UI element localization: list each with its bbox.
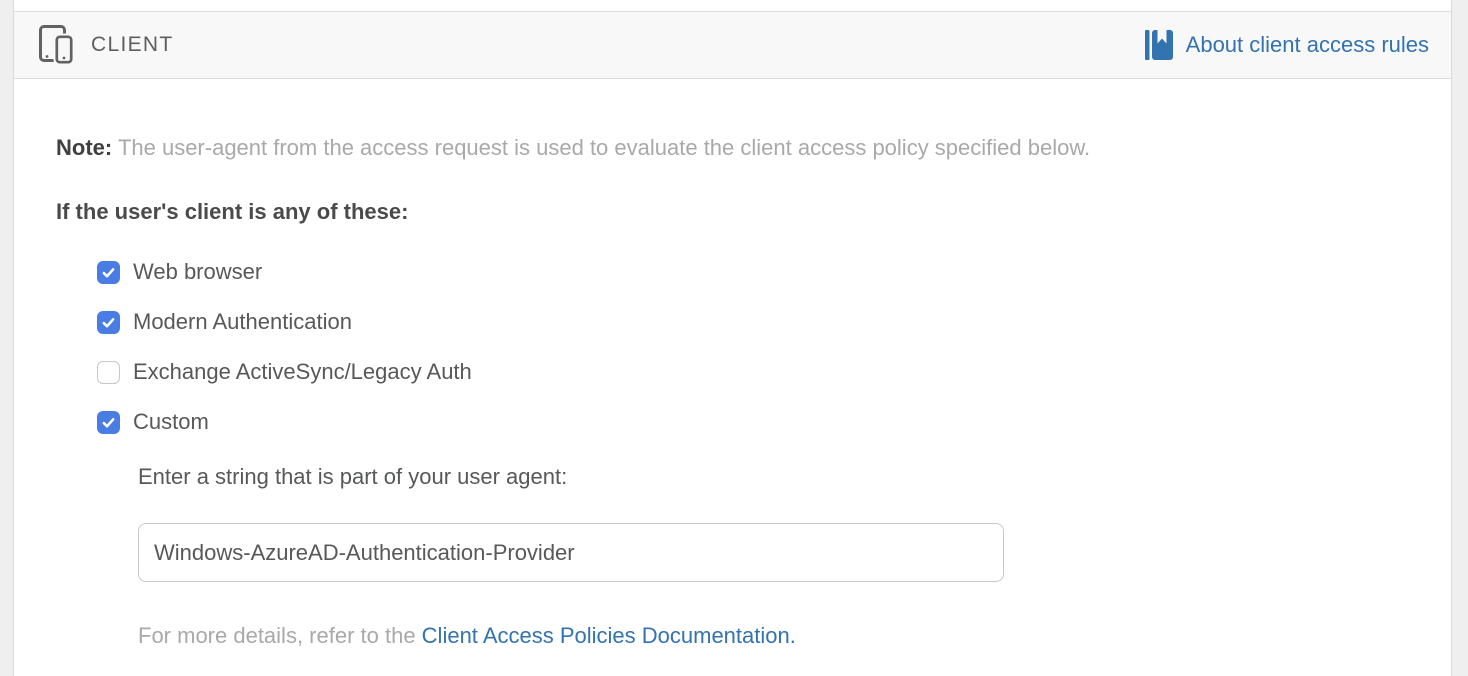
note-body: The user-agent from the access request i…: [118, 135, 1090, 160]
client-question: If the user's client is any of these:: [56, 200, 1451, 224]
checkbox-web-browser[interactable]: [97, 261, 120, 284]
checkbox-row-exchange-activesync-legacy-auth: Exchange ActiveSync/Legacy Auth: [97, 360, 1451, 384]
user-agent-input[interactable]: [138, 523, 1004, 582]
checkbox-exchange-activesync-legacy-auth[interactable]: [97, 361, 120, 384]
client-section-panel: CLIENT About client access rules Note: T…: [13, 0, 1452, 676]
custom-user-agent-block: Enter a string that is part of your user…: [138, 465, 1451, 648]
checkbox-row-custom: Custom: [97, 410, 1451, 434]
footer-note: For more details, refer to the Client Ac…: [138, 624, 1451, 648]
section-title: CLIENT: [91, 33, 173, 57]
note-label: Note:: [56, 135, 112, 160]
client-section-content: Note: The user-agent from the access req…: [14, 79, 1451, 648]
user-agent-input-label: Enter a string that is part of your user…: [138, 465, 1451, 489]
checkbox-modern-authentication[interactable]: [97, 311, 120, 334]
note-text: Note: The user-agent from the access req…: [56, 136, 1451, 160]
book-icon: [1145, 29, 1173, 61]
devices-icon: [39, 25, 77, 65]
client-checkbox-list: Web browser Modern Authentication Exchange…: [56, 260, 1451, 434]
checkbox-label-web-browser: Web browser: [133, 259, 262, 285]
client-access-policies-doc-link[interactable]: Client Access Policies Documentation.: [422, 623, 796, 648]
checkbox-row-modern-authentication: Modern Authentication: [97, 310, 1451, 334]
checkmark-icon: [101, 315, 116, 330]
checkbox-row-web-browser: Web browser: [97, 260, 1451, 284]
checkbox-label-custom: Custom: [133, 409, 209, 435]
client-section-header: CLIENT About client access rules: [14, 11, 1451, 79]
checkbox-label-exchange-activesync-legacy-auth: Exchange ActiveSync/Legacy Auth: [133, 359, 472, 385]
checkmark-icon: [101, 415, 116, 430]
footer-prefix: For more details, refer to the: [138, 623, 422, 648]
about-client-access-rules-link[interactable]: About client access rules: [1145, 29, 1429, 61]
checkbox-label-modern-authentication: Modern Authentication: [133, 309, 352, 335]
about-link-label: About client access rules: [1186, 32, 1429, 58]
checkbox-custom[interactable]: [97, 411, 120, 434]
checkmark-icon: [101, 265, 116, 280]
